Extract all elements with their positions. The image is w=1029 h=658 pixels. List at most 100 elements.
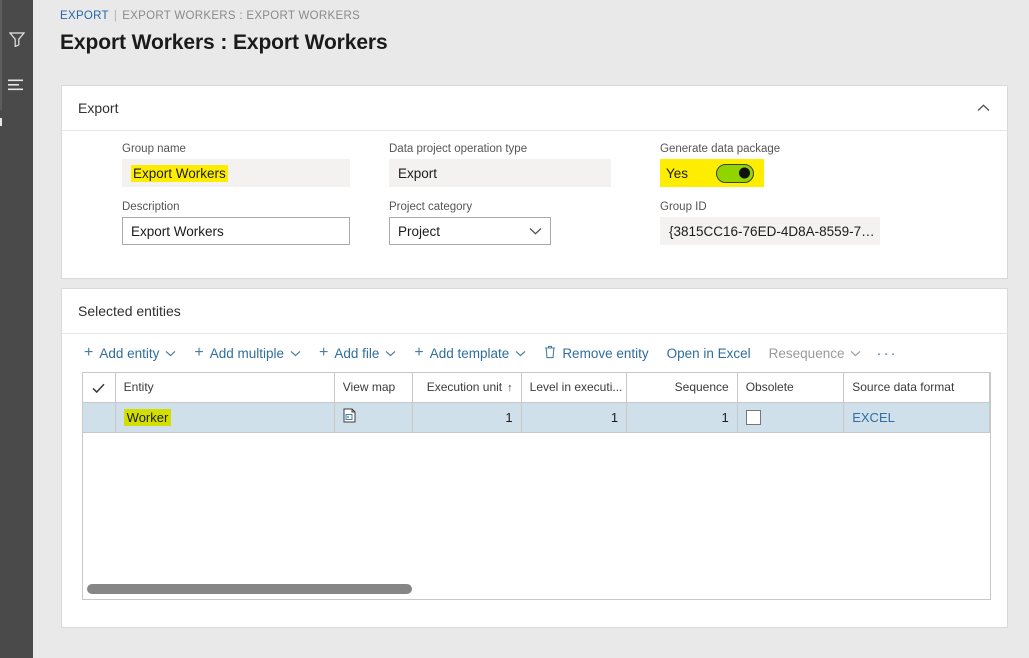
remove-entity-label: Remove entity <box>562 346 648 361</box>
page-title: Export Workers : Export Workers <box>60 28 1029 58</box>
export-form: Group name Export Workers Description Ex… <box>62 131 1007 279</box>
breadcrumb-root-link[interactable]: EXPORT <box>60 10 109 22</box>
plus-icon: + <box>84 345 93 361</box>
source-data-format-value: EXCEL <box>852 410 895 425</box>
add-entity-label: Add entity <box>99 346 159 361</box>
remove-entity-button[interactable]: Remove entity <box>535 338 657 368</box>
chevron-down-icon <box>290 350 301 357</box>
column-header-execution-unit[interactable]: Execution unit ↑ <box>413 373 522 402</box>
grid-scrollbar-thumb[interactable] <box>87 584 412 594</box>
chevron-down-icon <box>529 227 542 235</box>
generate-data-package-control[interactable]: Yes <box>660 159 764 187</box>
add-entity-button[interactable]: + Add entity <box>75 338 185 368</box>
selected-entities-header: Selected entities <box>62 289 1007 334</box>
cell-level-in-execution[interactable]: 1 <box>521 402 627 432</box>
field-group-name: Group name Export Workers <box>122 141 350 187</box>
group-id-input[interactable]: {3815CC16-76ED-4D8A-8559-7… <box>660 217 880 245</box>
open-in-excel-button[interactable]: Open in Excel <box>658 338 760 368</box>
table-row[interactable]: Worker 1 1 <box>83 402 990 432</box>
group-id-value: {3815CC16-76ED-4D8A-8559-7… <box>669 224 875 239</box>
list-lines-icon <box>8 79 25 91</box>
cell-sequence[interactable]: 1 <box>627 402 738 432</box>
column-header-entity[interactable]: Entity <box>115 373 334 402</box>
toggle-knob-icon <box>739 168 750 179</box>
navigation-menu-button[interactable] <box>0 74 33 96</box>
description-input[interactable]: Export Workers <box>122 217 350 245</box>
plus-icon: + <box>414 345 423 361</box>
project-category-value: Project <box>398 224 440 239</box>
project-category-select[interactable]: Project <box>389 217 551 245</box>
breadcrumb-separator: | <box>109 10 122 22</box>
checkmark-icon <box>92 383 105 394</box>
field-generate-data-package: Generate data package Yes <box>660 141 890 187</box>
resequence-button[interactable]: Resequence <box>760 338 871 368</box>
generate-data-package-toggle[interactable] <box>716 164 754 183</box>
field-project-category: Project category Project <box>389 199 551 245</box>
overflow-menu-button[interactable]: ··· <box>870 338 903 368</box>
add-file-label: Add file <box>334 346 379 361</box>
entities-toolbar: + Add entity + Add multiple + Add file <box>62 334 1007 372</box>
project-category-label: Project category <box>389 199 551 215</box>
column-header-sequence[interactable]: Sequence <box>627 373 738 402</box>
chevron-down-icon <box>165 350 176 357</box>
export-section-header: Export <box>62 86 1007 131</box>
add-template-button[interactable]: + Add template <box>405 338 535 368</box>
column-header-source-data-format[interactable]: Source data format <box>844 373 990 402</box>
table-header-row: Entity View map Execution unit ↑ Level in… <box>83 373 990 402</box>
add-multiple-label: Add multiple <box>210 346 284 361</box>
description-label: Description <box>122 199 350 215</box>
group-id-label: Group ID <box>660 199 880 215</box>
cell-view-map[interactable] <box>334 402 412 432</box>
selected-entities-title: Selected entities <box>78 303 181 319</box>
operation-type-value: Export <box>398 166 437 181</box>
trash-icon <box>544 345 556 362</box>
plus-icon: + <box>319 345 328 361</box>
export-section-title: Export <box>78 100 118 116</box>
field-data-project-operation-type: Data project operation type Export <box>389 141 611 187</box>
column-header-obsolete[interactable]: Obsolete <box>737 373 844 402</box>
description-value: Export Workers <box>131 224 224 239</box>
obsolete-checkbox[interactable] <box>746 410 761 425</box>
page-content: EXPORT|EXPORT WORKERS : EXPORT WORKERS E… <box>33 0 1029 658</box>
generate-data-package-value: Yes <box>666 166 688 181</box>
cell-source-data-format[interactable]: EXCEL <box>844 402 990 432</box>
operation-type-input[interactable]: Export <box>389 159 611 187</box>
grid-horizontal-scrollbar[interactable] <box>87 584 986 594</box>
cell-entity[interactable]: Worker <box>115 402 334 432</box>
add-file-button[interactable]: + Add file <box>310 338 405 368</box>
sort-ascending-icon: ↑ <box>507 382 513 394</box>
execution-unit-header-label: Execution unit <box>427 380 502 394</box>
add-template-label: Add template <box>430 346 510 361</box>
column-header-select[interactable] <box>83 373 115 402</box>
cell-execution-unit[interactable]: 1 <box>413 402 522 432</box>
group-name-label: Group name <box>122 141 350 157</box>
page-header: EXPORT|EXPORT WORKERS : EXPORT WORKERS E… <box>33 0 1029 62</box>
chevron-down-icon <box>850 350 861 357</box>
operation-type-label: Data project operation type <box>389 141 611 157</box>
add-multiple-button[interactable]: + Add multiple <box>185 338 310 368</box>
chevron-down-icon <box>385 350 396 357</box>
row-select-cell[interactable] <box>83 402 115 432</box>
rail-edge-marker <box>0 118 2 126</box>
export-section-card: Export Group name Export Workers Descrip… <box>61 85 1008 279</box>
overflow-icon: ··· <box>876 345 897 362</box>
column-header-level-in-execution[interactable]: Level in executi... <box>521 373 627 402</box>
cell-obsolete[interactable] <box>737 402 844 432</box>
breadcrumb: EXPORT|EXPORT WORKERS : EXPORT WORKERS <box>60 8 1029 24</box>
selected-entities-card: Selected entities + Add entity + Add mul… <box>61 288 1008 628</box>
breadcrumb-current: EXPORT WORKERS : EXPORT WORKERS <box>122 10 360 22</box>
entity-value: Worker <box>124 409 172 426</box>
generate-data-package-label: Generate data package <box>660 141 890 157</box>
filter-button[interactable] <box>0 28 33 50</box>
group-name-input[interactable]: Export Workers <box>122 159 350 187</box>
entities-table: Entity View map Execution unit ↑ Level in… <box>83 373 990 433</box>
export-section-collapse-button[interactable] <box>969 94 997 122</box>
plus-icon: + <box>194 345 203 361</box>
chevron-up-icon <box>977 104 990 112</box>
document-map-icon <box>343 408 356 423</box>
field-group-id: Group ID {3815CC16-76ED-4D8A-8559-7… <box>660 199 880 245</box>
field-description: Description Export Workers <box>122 199 350 245</box>
open-in-excel-label: Open in Excel <box>667 346 751 361</box>
column-header-view-map[interactable]: View map <box>334 373 412 402</box>
application-window: EXPORT|EXPORT WORKERS : EXPORT WORKERS E… <box>0 0 1029 658</box>
